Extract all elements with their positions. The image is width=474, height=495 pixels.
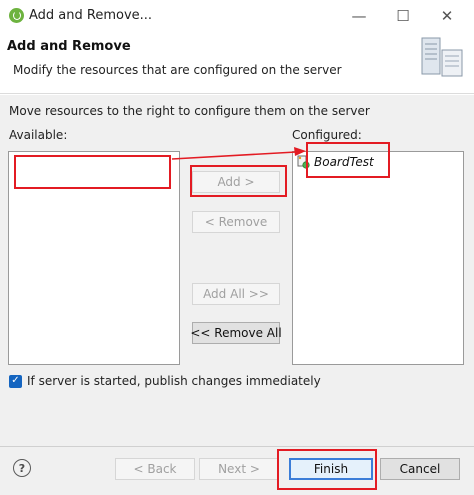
window-titlebar: Add and Remove... — ☐ ✕ [0,0,474,32]
window-title: Add and Remove... [29,8,153,23]
minimize-button[interactable]: — [337,0,381,32]
add-button[interactable]: Add > [192,171,280,193]
remove-button[interactable]: < Remove [192,211,280,233]
back-button[interactable]: < Back [115,458,195,480]
configured-label: Configured: [292,128,362,142]
configured-item-label: BoardTest [314,155,374,169]
publish-label: If server is started, publish changes im… [27,374,321,388]
add-all-button[interactable]: Add All >> [192,283,280,305]
close-button[interactable]: ✕ [425,0,469,32]
server-wizard-icon [421,37,463,77]
maximize-button[interactable]: ☐ [381,0,425,32]
available-label: Available: [9,128,68,142]
next-button[interactable]: Next > [199,458,279,480]
wizard-header: Add and Remove Modify the resources that… [0,32,474,94]
instructions-text: Move resources to the right to configure… [9,104,370,118]
remove-all-button[interactable]: << Remove All [190,322,282,344]
help-icon[interactable]: ? [13,459,31,477]
publish-option[interactable]: ✓ If server is started, publish changes … [9,374,321,388]
publish-checkbox[interactable]: ✓ [9,374,22,388]
configured-list[interactable]: BoardTest [292,151,464,365]
page-title: Add and Remove [7,39,131,54]
page-description: Modify the resources that are configured… [13,63,342,77]
spring-app-icon [9,8,24,23]
available-list[interactable] [8,151,180,365]
cancel-button[interactable]: Cancel [380,458,460,480]
footer-separator [0,446,474,447]
configured-item-boardtest[interactable]: BoardTest [297,155,374,169]
web-project-icon [297,155,310,169]
finish-button[interactable]: Finish [289,458,373,480]
